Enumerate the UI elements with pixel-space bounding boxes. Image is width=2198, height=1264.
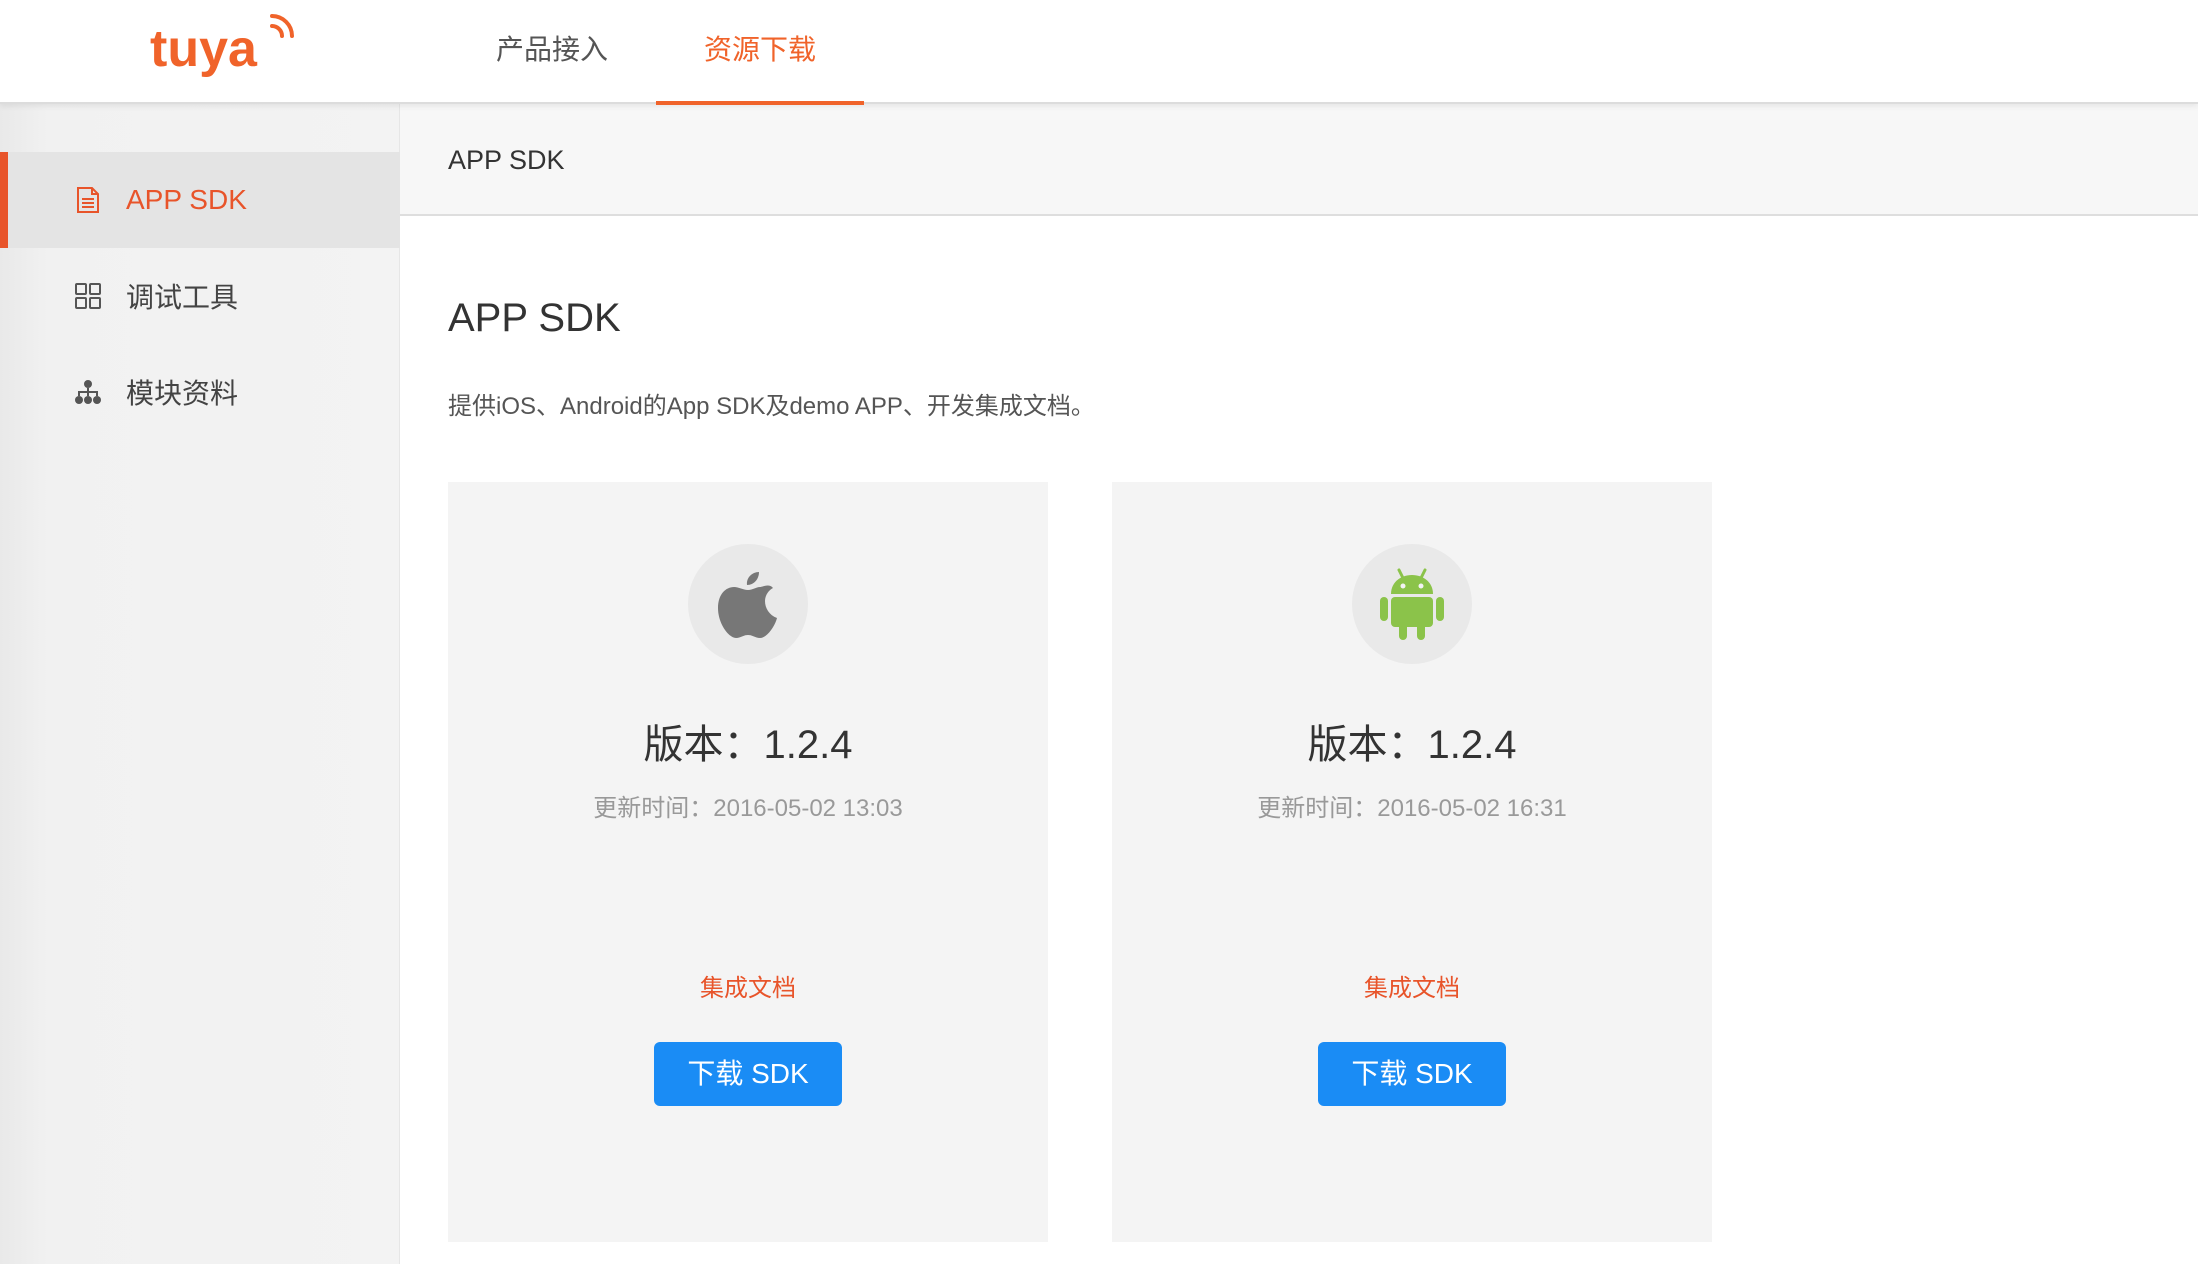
integration-docs-link[interactable]: 集成文档: [448, 968, 1048, 1003]
sidebar-item-label: 模块资料: [126, 378, 239, 409]
tuya-logo[interactable]: tuya: [148, 10, 298, 82]
document-icon: [72, 184, 104, 216]
download-sdk-button[interactable]: 下载 SDK: [654, 1042, 842, 1106]
sidebar-item-app-sdk[interactable]: APP SDK: [0, 152, 400, 248]
ios-sdk-card: 版本：1.2.4 更新时间：2016-05-02 13:03 集成文档 下载 S…: [448, 482, 1048, 1242]
hierarchy-icon: [72, 376, 104, 408]
sidebar-item-label: APP SDK: [126, 184, 247, 215]
apple-icon: [688, 544, 808, 664]
download-sdk-button[interactable]: 下载 SDK: [1318, 1042, 1506, 1106]
sdk-version: 版本：1.2.4: [643, 723, 853, 767]
android-sdk-card: 版本：1.2.4 更新时间：2016-05-02 16:31 集成文档 下载 S…: [1112, 482, 1712, 1242]
sidebar-item-debug-tools[interactable]: 调试工具: [0, 248, 400, 344]
update-time: 更新时间：2016-05-02 16:31: [1257, 795, 1567, 822]
page-description: 提供iOS、Android的App SDK及demo APP、开发集成文档。: [448, 393, 1095, 420]
android-icon: [1352, 544, 1472, 664]
sidebar: APP SDK 调试工具 模块资料: [0, 104, 400, 1264]
top-navbar: tuya 产品接入 资源下载: [0, 0, 2198, 105]
update-time: 更新时间：2016-05-02 13:03: [593, 795, 903, 822]
breadcrumb-current: APP SDK: [448, 145, 565, 175]
sidebar-item-module-docs[interactable]: 模块资料: [0, 344, 400, 440]
tab-resource-download[interactable]: 资源下载: [656, 0, 864, 105]
integration-docs-link[interactable]: 集成文档: [1112, 968, 1712, 1003]
page-title: APP SDK: [448, 296, 621, 340]
sidebar-item-label: 调试工具: [126, 282, 239, 313]
sdk-version: 版本：1.2.4: [1307, 723, 1517, 767]
tab-product-access[interactable]: 产品接入: [470, 0, 634, 104]
svg-text:tuya: tuya: [150, 20, 258, 78]
grid-icon: [72, 280, 104, 312]
breadcrumb: APP SDK: [400, 104, 2198, 216]
